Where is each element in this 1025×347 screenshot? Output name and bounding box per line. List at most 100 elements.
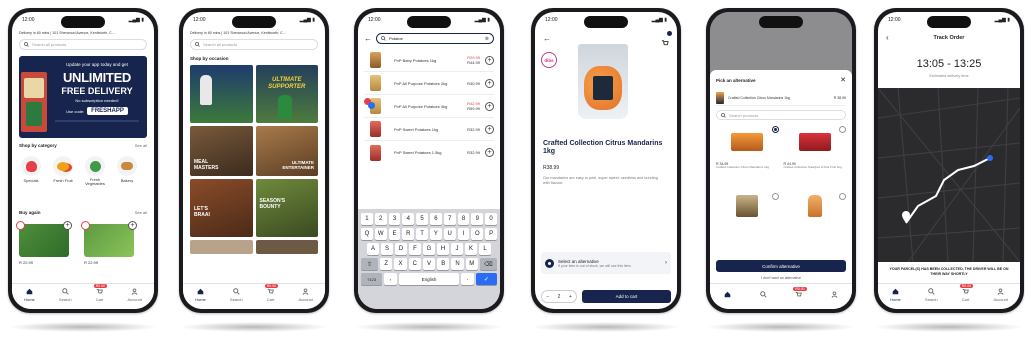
result-row[interactable]: PnP Sweet Potatoes 1kg R32.99 + [364, 118, 494, 141]
add-button[interactable]: + [63, 221, 72, 230]
key[interactable]: G [423, 243, 435, 255]
key[interactable]: Z [380, 258, 393, 270]
buy-again-card[interactable]: + R 22.99 [81, 221, 140, 265]
key[interactable]: , [384, 273, 397, 285]
key[interactable]: X [394, 258, 407, 270]
key[interactable]: J [451, 243, 463, 255]
increment-button[interactable]: + [569, 294, 572, 300]
key[interactable]: 5 [416, 213, 428, 225]
add-button[interactable]: + [485, 78, 494, 88]
key[interactable]: 6 [430, 213, 442, 225]
key[interactable]: 9 [471, 213, 484, 225]
result-row[interactable]: PnP All Purpose Potatoes 4kg R42.99 R59.… [364, 95, 494, 118]
key[interactable]: C [408, 258, 421, 270]
cart-icon[interactable] [661, 31, 672, 46]
nav-search[interactable]: Search [59, 287, 72, 302]
key[interactable]: U [443, 228, 456, 240]
occasion-tile[interactable] [190, 240, 253, 254]
promo-banner[interactable]: Update your app today and get UNLIMITED … [19, 56, 147, 138]
search-bar[interactable]: Search all products [190, 39, 318, 50]
nav-home[interactable]: Home [24, 288, 35, 302]
add-button[interactable]: + [485, 124, 494, 134]
occasion-tile-bounty[interactable]: SEASON'S BOUNTY [255, 179, 318, 237]
key[interactable]: S [381, 243, 393, 255]
nav-account[interactable]: Account [993, 287, 1008, 302]
key[interactable]: H [437, 243, 449, 255]
add-to-cart-button[interactable]: Add to cart [582, 290, 671, 303]
delivery-address[interactable]: Delivery in 60 mins | 101 Sherwood Avenu… [190, 31, 318, 35]
decrement-button[interactable]: − [546, 294, 549, 300]
nav-search[interactable]: Search [925, 287, 938, 302]
occasion-tile-sport[interactable] [190, 65, 253, 123]
search-bar[interactable]: Search all products [19, 39, 147, 50]
shift-key[interactable]: ⇧ [361, 258, 379, 270]
alternative-card[interactable] [784, 193, 846, 223]
nav-home[interactable]: Home [890, 288, 901, 302]
quantity-stepper[interactable]: − 2 + [541, 290, 577, 303]
space-key[interactable]: English [398, 273, 460, 285]
occasion-tile-meal[interactable]: MEAL MASTERS [190, 126, 253, 176]
key[interactable]: 7 [443, 213, 456, 225]
key[interactable]: A [367, 243, 379, 255]
key[interactable]: T [416, 228, 428, 240]
key[interactable]: N [451, 258, 464, 270]
key[interactable]: E [388, 228, 401, 240]
tracking-map[interactable] [878, 88, 1020, 262]
nav-search[interactable] [759, 291, 767, 298]
back-arrow-icon[interactable]: ← [364, 34, 372, 43]
add-button[interactable]: + [485, 148, 494, 157]
add-button[interactable]: + [485, 101, 494, 111]
key[interactable]: Q [361, 228, 373, 240]
nav-account[interactable]: Account [298, 287, 313, 302]
result-row[interactable]: PnP Baby Potatoes 1kg R29.99 R44.99 + [364, 49, 494, 72]
occasion-tile-supporter[interactable]: ULTIMATE SUPPORTER [255, 65, 318, 123]
radio-selected[interactable] [771, 126, 779, 133]
key[interactable]: V [422, 258, 436, 270]
alternative-card[interactable] [716, 193, 779, 223]
nav-cart[interactable]: R0.00 Cart [93, 283, 108, 302]
confirm-alternative-button[interactable]: Confirm alternative [716, 260, 846, 272]
nav-search[interactable]: Search [230, 287, 243, 302]
delivery-address[interactable]: Delivery in 60 mins | 101 Sherwood Avenu… [19, 31, 147, 35]
nav-account[interactable]: Account [127, 287, 142, 302]
key[interactable]: 1 [361, 213, 373, 225]
back-arrow-icon[interactable]: ← [543, 34, 551, 43]
key[interactable]: 8 [457, 213, 470, 225]
add-button[interactable]: + [485, 55, 494, 65]
key[interactable]: B [437, 258, 450, 270]
key[interactable]: 4 [402, 213, 415, 225]
nav-account[interactable] [831, 291, 838, 298]
result-row[interactable]: PnP Sweet Potatoes 1.5kg R32.99 + [364, 141, 494, 164]
nav-cart[interactable]: R0.00 [793, 287, 807, 298]
key[interactable]: 2 [374, 213, 387, 225]
mode-key[interactable]: ?123 [361, 273, 383, 285]
key[interactable]: R [402, 228, 415, 240]
key[interactable]: 3 [388, 213, 401, 225]
key[interactable]: D [395, 243, 407, 255]
key[interactable]: K [465, 243, 477, 255]
alternative-search[interactable]: Search products [716, 110, 846, 120]
category-bakery[interactable]: Bakery [115, 156, 139, 187]
search-input[interactable]: Potatoe ⊗ [376, 33, 494, 44]
key[interactable]: O [471, 228, 484, 240]
result-row[interactable]: PnP All Purpose Potatoes 2kg R40.99 + [364, 72, 494, 95]
submit-key[interactable]: ✓ [475, 273, 497, 285]
category-see-all-link[interactable]: See all [135, 143, 147, 148]
backspace-key[interactable]: ⌫ [479, 258, 497, 270]
add-button[interactable]: + [128, 221, 137, 230]
key[interactable]: 0 [485, 213, 497, 225]
category-vegetables[interactable]: Fresh Vegetables [83, 156, 107, 187]
key[interactable]: F [409, 243, 421, 255]
category-fruit[interactable]: Fresh Fruit [51, 156, 75, 187]
select-alternative-row[interactable]: Select an alternative If your item is ou… [541, 252, 671, 274]
key[interactable]: W [374, 228, 387, 240]
close-icon[interactable]: ✕ [840, 76, 846, 84]
nav-home[interactable] [724, 291, 731, 298]
clear-icon[interactable]: ⊗ [485, 36, 489, 42]
key[interactable]: P [485, 228, 497, 240]
radio-unselected[interactable] [771, 193, 779, 200]
category-specials[interactable]: Specials [19, 156, 43, 187]
occasion-tile[interactable] [255, 240, 318, 254]
buy-again-card[interactable]: + R 22.99 [16, 221, 75, 265]
radio-unselected[interactable] [839, 126, 846, 133]
